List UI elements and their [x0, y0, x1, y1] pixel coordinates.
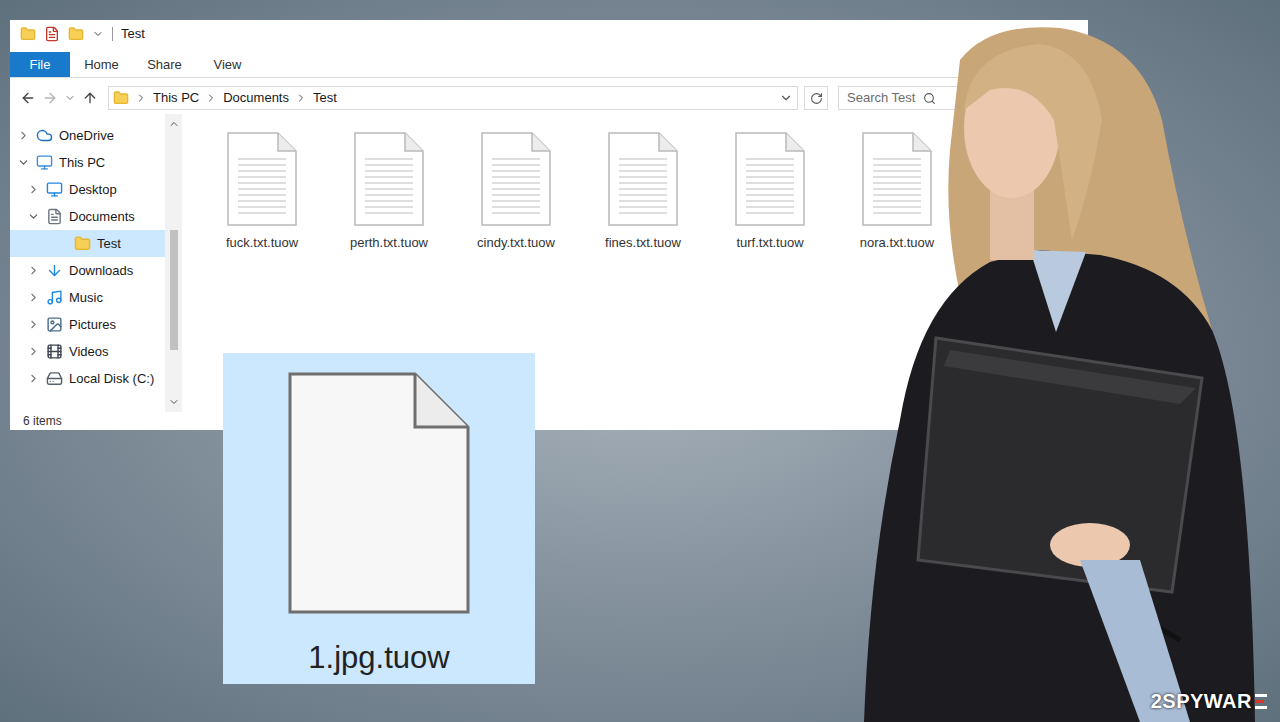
sidebar-item[interactable]: Music: [10, 284, 165, 311]
folder-icon: [113, 90, 129, 106]
file-item[interactable]: fines.txt.tuow: [583, 131, 703, 253]
file-item[interactable]: perth.txt.tuow: [329, 131, 449, 253]
text-file-icon: [607, 131, 679, 227]
separator-icon[interactable]: [295, 92, 307, 104]
text-file-icon: [353, 131, 425, 227]
properties-icon[interactable]: [44, 26, 60, 42]
ribbon-tab[interactable]: Home: [70, 52, 133, 77]
recent-icon[interactable]: [64, 92, 76, 104]
sidebar-item[interactable]: This PC: [10, 149, 165, 176]
logo-mark-icon: [1254, 692, 1268, 710]
search-icon: [923, 92, 936, 105]
pictures-icon: [46, 316, 63, 333]
breadcrumb[interactable]: Documents: [223, 88, 289, 108]
separator-icon[interactable]: [205, 92, 217, 104]
person-photo: [840, 0, 1280, 722]
expanded-chevron-icon[interactable]: [27, 210, 40, 223]
text-file-icon: [861, 131, 933, 227]
new-folder-icon[interactable]: [68, 26, 84, 42]
music-icon: [46, 289, 63, 306]
text-file-icon: [734, 131, 806, 227]
title-bar: Test: [10, 20, 1088, 48]
sidebar-item[interactable]: Downloads: [10, 257, 165, 284]
desktop-icon: [46, 181, 63, 198]
ribbon-tabs: FileHomeShareView: [10, 52, 1088, 78]
address-bar[interactable]: This PC Documents Test: [108, 86, 798, 110]
customize-icon[interactable]: [92, 28, 104, 40]
history-dropdown-icon[interactable]: [779, 91, 793, 105]
folder-icon[interactable]: [20, 26, 36, 42]
address-row: This PCDocumentsTestSearch Test: [10, 82, 1088, 114]
collapsed-chevron-icon[interactable]: [17, 129, 30, 142]
videos-icon: [46, 343, 63, 360]
scroll-up-icon[interactable]: [168, 118, 180, 130]
collapsed-chevron-icon[interactable]: [27, 318, 40, 331]
pc-icon: [36, 154, 53, 171]
collapsed-chevron-icon[interactable]: [27, 372, 40, 385]
enlarged-file-panel: 1.jpg.tuow: [223, 353, 535, 684]
forward-icon[interactable]: [42, 90, 58, 106]
collapsed-chevron-icon[interactable]: [27, 345, 40, 358]
blank-file-icon: [287, 371, 471, 615]
collapsed-chevron-icon[interactable]: [27, 264, 40, 277]
up-icon[interactable]: [82, 90, 98, 106]
file-label: 1.jpg.tuow: [308, 635, 449, 682]
documents-icon: [46, 208, 63, 225]
sidebar-item[interactable]: OneDrive: [10, 122, 165, 149]
scroll-down-icon[interactable]: [168, 396, 180, 408]
file-item[interactable]: nora.txt.tuow: [837, 131, 957, 253]
back-icon[interactable]: [20, 90, 36, 106]
watermark: 2SPYWAR: [1151, 686, 1268, 716]
sidebar-item[interactable]: Test: [10, 230, 165, 257]
text-file-icon: [226, 131, 298, 227]
folder-icon: [74, 235, 91, 252]
file-item[interactable]: turf.txt.tuow: [710, 131, 830, 253]
collapsed-chevron-icon[interactable]: [27, 183, 40, 196]
text-file-icon: [480, 131, 552, 227]
navigation-pane: OneDriveThis PCDesktopDocumentsTestDownl…: [10, 114, 182, 412]
refresh-icon: [810, 92, 823, 105]
sidebar-item[interactable]: Documents: [10, 203, 165, 230]
window-title: Test: [121, 24, 145, 44]
refresh-button[interactable]: [804, 86, 828, 110]
sidebar-item[interactable]: Local Disk (C:): [10, 365, 165, 392]
sidebar-item[interactable]: Videos: [10, 338, 165, 365]
ribbon-tab[interactable]: Share: [133, 52, 196, 77]
onedrive-icon: [36, 127, 53, 144]
sidebar-item[interactable]: Pictures: [10, 311, 165, 338]
ribbon-tab[interactable]: File: [10, 52, 70, 77]
scrollbar[interactable]: [165, 114, 182, 412]
sidebar-item[interactable]: Desktop: [10, 176, 165, 203]
breadcrumb[interactable]: This PC: [153, 88, 199, 108]
file-item[interactable]: cindy.txt.tuow: [456, 131, 576, 253]
file-item[interactable]: fuck.txt.tuow: [202, 131, 322, 253]
separator-icon[interactable]: [135, 92, 147, 104]
disk-icon: [46, 370, 63, 387]
breadcrumb[interactable]: Test: [313, 88, 337, 108]
ribbon-tab[interactable]: View: [196, 52, 259, 77]
downloads-icon: [46, 262, 63, 279]
expanded-chevron-icon[interactable]: [17, 156, 30, 169]
scroll-thumb[interactable]: [170, 230, 178, 350]
screenshot-canvas: TestFileHomeShareViewThis PCDocumentsTes…: [0, 0, 1280, 722]
collapsed-chevron-icon[interactable]: [27, 291, 40, 304]
